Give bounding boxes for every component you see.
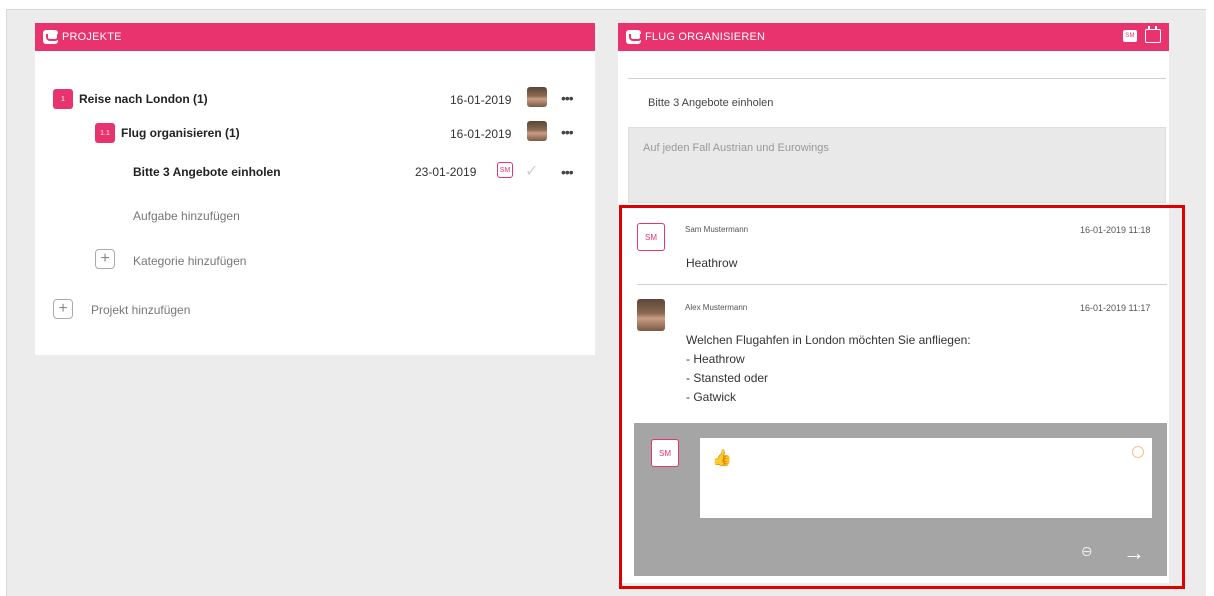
description-text: Auf jeden Fall Austrian und Eurowings — [643, 142, 829, 154]
projects-title: PROJEKTE — [62, 31, 122, 43]
checkmark-icon[interactable]: ✓ — [525, 161, 538, 181]
divider — [628, 78, 1166, 79]
project-name[interactable]: Reise nach London (1) — [79, 92, 208, 106]
calendar-icon[interactable] — [1145, 26, 1161, 43]
project-row[interactable]: 1 Reise nach London (1) — [53, 89, 208, 109]
description-textarea[interactable]: Auf jeden Fall Austrian und Eurowings — [628, 127, 1166, 203]
task-more-menu[interactable]: ••• — [561, 165, 574, 179]
task-date: 23-01-2019 — [415, 165, 477, 179]
avatar — [527, 121, 547, 141]
assignee-badge[interactable]: SM — [1123, 30, 1137, 42]
task-title-field[interactable]: Bitte 3 Angebote einholen — [648, 97, 773, 109]
header-actions: SM — [1123, 26, 1161, 43]
task-name[interactable]: Bitte 3 Angebote einholen — [133, 165, 281, 179]
add-project-link[interactable]: Projekt hinzufügen — [91, 303, 190, 317]
projects-panel: PROJEKTE 1 Reise nach London (1) 16-01-2… — [35, 23, 595, 355]
project-more-menu[interactable]: ••• — [561, 91, 574, 105]
category-more-menu[interactable]: ••• — [561, 125, 574, 139]
project-date: 16-01-2019 — [450, 93, 512, 107]
projects-header: PROJEKTE — [35, 23, 595, 51]
add-task-link[interactable]: Aufgabe hinzufügen — [133, 209, 240, 223]
project-number-badge: 1 — [53, 89, 73, 109]
category-number-badge: 1.1 — [95, 123, 115, 143]
avatar — [527, 87, 547, 107]
chat-icon — [626, 30, 642, 44]
category-name[interactable]: Flug organisieren (1) — [121, 126, 240, 140]
task-detail-header: FLUG ORGANISIEREN SM — [618, 23, 1169, 51]
add-project-plus-icon[interactable]: + — [53, 299, 73, 319]
task-row[interactable]: Bitte 3 Angebote einholen — [133, 165, 281, 179]
task-detail-title: FLUG ORGANISIEREN — [645, 31, 766, 43]
add-category-link[interactable]: Kategorie hinzufügen — [133, 254, 246, 268]
category-date: 16-01-2019 — [450, 127, 512, 141]
add-category-plus-icon[interactable]: + — [95, 249, 115, 269]
highlight-frame — [619, 205, 1185, 589]
assignee-badge: SM — [497, 162, 513, 178]
category-row[interactable]: 1.1 Flug organisieren (1) — [95, 123, 240, 143]
chat-icon — [43, 30, 59, 44]
